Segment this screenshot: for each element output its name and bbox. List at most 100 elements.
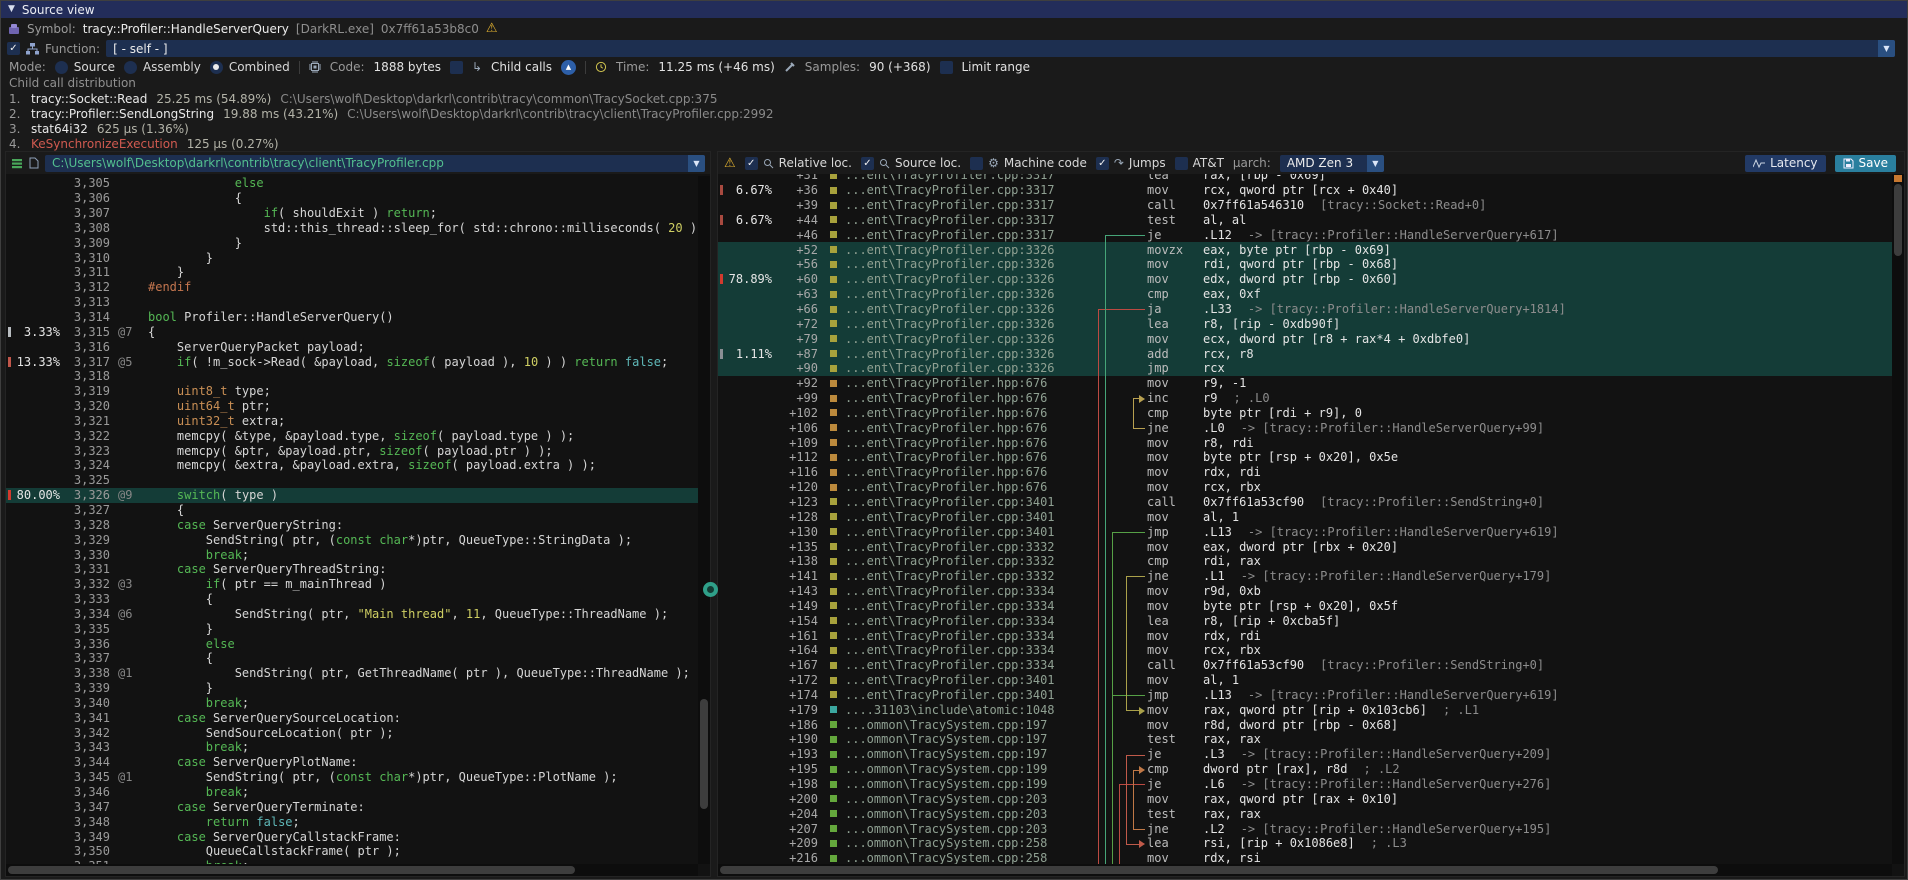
chevron-down-icon[interactable]: ▼ <box>688 155 705 172</box>
asm-instruction[interactable]: +72...ent\TracyProfiler.cpp:3326lear8, [… <box>718 316 1892 331</box>
source-line[interactable]: 3,332@3 if( ptr == m_mainThread ) <box>6 577 698 592</box>
source-line[interactable]: 3,320 uint64_t ptr; <box>6 399 698 414</box>
asm-instruction[interactable]: +143...ent\TracyProfiler.cpp:3334movr9d,… <box>718 584 1892 599</box>
att-syntax-toggle[interactable]: ✓ AT&T <box>1175 156 1224 170</box>
child-calls-checkbox[interactable]: ✓ <box>450 61 463 74</box>
source-line[interactable]: 3,308 std::this_thread::sleep_for( std::… <box>6 221 698 236</box>
layers-icon[interactable] <box>11 157 23 169</box>
source-line[interactable]: 3,311 } <box>6 265 698 280</box>
source-line[interactable]: 3,329 SendString( ptr, (const char*)ptr,… <box>6 532 698 547</box>
function-checkbox[interactable]: ✓ <box>7 42 20 55</box>
asm-instruction[interactable]: +31...ent\TracyProfiler.cpp:3317learax, … <box>718 174 1892 183</box>
asm-instruction[interactable]: +141...ent\TracyProfiler.cpp:3332jne.L1-… <box>718 569 1892 584</box>
asm-instruction[interactable]: +207...ommon\TracySystem.cpp:203jne.L2->… <box>718 821 1892 836</box>
limit-range-checkbox[interactable]: ✓ <box>940 61 953 74</box>
source-line[interactable]: 3,350 QueueCallstackFrame( ptr ); <box>6 844 698 859</box>
asm-instruction[interactable]: +99...ent\TracyProfiler.hpp:676incr9; .L… <box>718 391 1892 406</box>
mode-combined-radio[interactable]: Combined <box>210 60 290 74</box>
source-vertical-scrollbar[interactable] <box>698 176 710 864</box>
source-line[interactable]: 3,349 case ServerQueryCallstackFrame: <box>6 829 698 844</box>
source-line[interactable]: 80.00%3,326@9 switch( type ) <box>6 488 698 503</box>
source-line[interactable]: 3,327 { <box>6 503 698 518</box>
source-line[interactable]: 3,340 break; <box>6 696 698 711</box>
source-line[interactable]: 3,343 break; <box>6 740 698 755</box>
source-line[interactable]: 3,346 break; <box>6 785 698 800</box>
mode-assembly-radio[interactable]: Assembly <box>124 60 201 74</box>
source-line[interactable]: 3,321 uint32_t extra; <box>6 414 698 429</box>
asm-instruction[interactable]: +193...ommon\TracySystem.cpp:197je.L3-> … <box>718 747 1892 762</box>
source-line[interactable]: 3,307 if( shouldExit ) return; <box>6 206 698 221</box>
source-line[interactable]: 3,334@6 SendString( ptr, "Main thread", … <box>6 606 698 621</box>
asm-instruction[interactable]: +164...ent\TracyProfiler.cpp:3334movrcx,… <box>718 643 1892 658</box>
asm-instruction[interactable]: 1.11%+87...ent\TracyProfiler.cpp:3326add… <box>718 346 1892 361</box>
asm-instruction[interactable]: +56...ent\TracyProfiler.cpp:3326movrdi, … <box>718 257 1892 272</box>
asm-instruction[interactable]: 6.67%+44...ent\TracyProfiler.cpp:3317tes… <box>718 213 1892 228</box>
asm-instruction[interactable]: +209...ommon\TracySystem.cpp:258learsi, … <box>718 836 1892 851</box>
machine-code-toggle[interactable]: ✓ ⚙ Machine code <box>970 156 1087 170</box>
asm-instruction[interactable]: +120...ent\TracyProfiler.hpp:676movrcx, … <box>718 480 1892 495</box>
file-select[interactable]: C:\Users\wolf\Desktop\darkrl\contrib\tra… <box>45 155 705 172</box>
source-line[interactable]: 3,328 case ServerQueryString: <box>6 517 698 532</box>
source-line[interactable]: 3,323 memcpy( &ptr, &payload.ptr, sizeof… <box>6 443 698 458</box>
assembly-horizontal-scrollbar[interactable] <box>718 864 1892 876</box>
latency-button[interactable]: Latency <box>1745 155 1825 172</box>
source-line[interactable]: 3,333 { <box>6 592 698 607</box>
source-line[interactable]: 3,322 memcpy( &type, &payload.type, size… <box>6 428 698 443</box>
mode-source-radio[interactable]: Source <box>55 60 115 74</box>
source-line[interactable]: 3,331 case ServerQueryThreadString: <box>6 562 698 577</box>
child-call-item[interactable]: 4.KeSynchronizeExecution125 μs (0.27%) <box>1 136 1907 151</box>
asm-instruction[interactable]: +102...ent\TracyProfiler.hpp:676cmpbyte … <box>718 406 1892 421</box>
asm-instruction[interactable]: 78.89%+60...ent\TracyProfiler.cpp:3326mo… <box>718 272 1892 287</box>
propagate-up-button[interactable]: ▲ <box>561 60 576 75</box>
source-line[interactable]: 3,306 { <box>6 191 698 206</box>
asm-instruction[interactable]: +39...ent\TracyProfiler.cpp:3317call0x7f… <box>718 198 1892 213</box>
asm-instruction[interactable]: +90...ent\TracyProfiler.cpp:3326jmprcx <box>718 361 1892 376</box>
asm-instruction[interactable]: +130...ent\TracyProfiler.cpp:3401jmp.L13… <box>718 524 1892 539</box>
source-line[interactable]: 3,338@1 SendString( ptr, GetThreadName( … <box>6 666 698 681</box>
chevron-down-icon[interactable]: ▼ <box>1367 155 1384 172</box>
source-loc-checkbox[interactable]: ✓ <box>861 157 874 170</box>
asm-instruction[interactable]: +92...ent\TracyProfiler.hpp:676movr9, -1 <box>718 376 1892 391</box>
source-line[interactable]: 3,337 { <box>6 651 698 666</box>
source-line[interactable]: 3,336 else <box>6 636 698 651</box>
child-call-item[interactable]: 3.stat64i32625 μs (1.36%) <box>1 121 1907 136</box>
source-line[interactable]: 3,312#endif <box>6 280 698 295</box>
asm-instruction[interactable]: +204...ommon\TracySystem.cpp:203testrax,… <box>718 806 1892 821</box>
asm-instruction[interactable]: 6.67%+36...ent\TracyProfiler.cpp:3317mov… <box>718 183 1892 198</box>
asm-instruction[interactable]: +109...ent\TracyProfiler.hpp:676movr8, r… <box>718 435 1892 450</box>
source-line[interactable]: 13.33%3,317@5 if( !m_sock->Read( &payloa… <box>6 354 698 369</box>
source-line[interactable]: 3,318 <box>6 369 698 384</box>
jumps-toggle[interactable]: ✓ ↷ Jumps <box>1096 156 1166 170</box>
asm-instruction[interactable]: +161...ent\TracyProfiler.cpp:3334movrdx,… <box>718 628 1892 643</box>
source-line[interactable]: 3,324 memcpy( &extra, &payload.extra, si… <box>6 458 698 473</box>
asm-instruction[interactable]: +128...ent\TracyProfiler.cpp:3401moval, … <box>718 509 1892 524</box>
asm-instruction[interactable]: +172...ent\TracyProfiler.cpp:3401moval, … <box>718 673 1892 688</box>
asm-instruction[interactable]: +167...ent\TracyProfiler.cpp:3334call0x7… <box>718 658 1892 673</box>
asm-instruction[interactable]: +149...ent\TracyProfiler.cpp:3334movbyte… <box>718 598 1892 613</box>
asm-instruction[interactable]: +116...ent\TracyProfiler.hpp:676movrdx, … <box>718 465 1892 480</box>
relative-loc-toggle[interactable]: ✓ Relative loc. <box>745 156 852 170</box>
title-bar[interactable]: ▼ Source view <box>1 1 1907 18</box>
uarch-select[interactable]: AMD Zen 3 ▼ <box>1280 155 1384 172</box>
source-line[interactable]: 3,348 return false; <box>6 814 698 829</box>
asm-instruction[interactable]: +190...ommon\TracySystem.cpp:197testrax,… <box>718 732 1892 747</box>
function-select[interactable]: [ - self - ] ▼ <box>106 40 1895 57</box>
relative-loc-checkbox[interactable]: ✓ <box>745 157 758 170</box>
asm-instruction[interactable]: +123...ent\TracyProfiler.cpp:3401call0x7… <box>718 495 1892 510</box>
jumps-checkbox[interactable]: ✓ <box>1096 157 1109 170</box>
asm-instruction[interactable]: +135...ent\TracyProfiler.cpp:3332moveax,… <box>718 539 1892 554</box>
source-line[interactable]: 3,335 } <box>6 621 698 636</box>
source-line[interactable]: 3,305 else <box>6 176 698 191</box>
source-line[interactable]: 3,310 } <box>6 250 698 265</box>
asm-instruction[interactable]: +179....31103\include\atomic:1048movrax,… <box>718 702 1892 717</box>
asm-instruction[interactable]: +195...ommon\TracySystem.cpp:199cmpdword… <box>718 762 1892 777</box>
source-line[interactable]: 3,309 } <box>6 235 698 250</box>
asm-instruction[interactable]: +79...ent\TracyProfiler.cpp:3326movecx, … <box>718 331 1892 346</box>
asm-instruction[interactable]: +186...ommon\TracySystem.cpp:197movr8d, … <box>718 717 1892 732</box>
source-line[interactable]: 3.33%3,315@7{ <box>6 324 698 339</box>
source-line[interactable]: 3,314bool Profiler::HandleServerQuery() <box>6 310 698 325</box>
source-line[interactable]: 3,316 ServerQueryPacket payload; <box>6 339 698 354</box>
asm-instruction[interactable]: +198...ommon\TracySystem.cpp:199je.L6-> … <box>718 777 1892 792</box>
source-line[interactable]: 3,347 case ServerQueryTerminate: <box>6 799 698 814</box>
source-line[interactable]: 3,330 break; <box>6 547 698 562</box>
